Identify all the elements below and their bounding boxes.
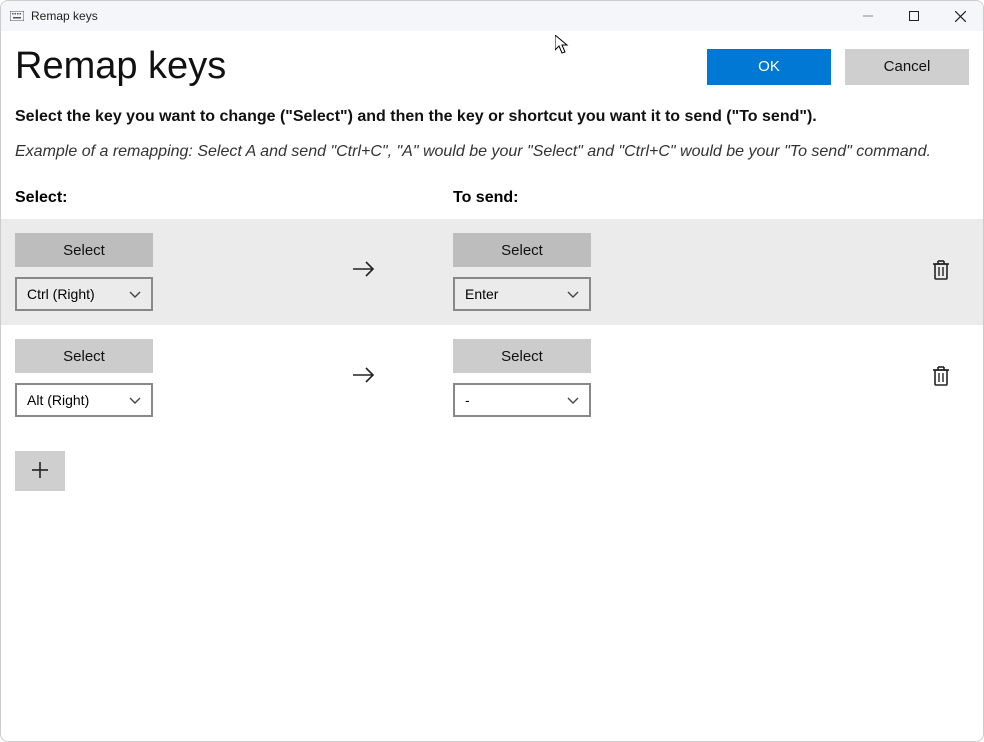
chevron-down-icon — [129, 392, 141, 408]
page-title: Remap keys — [15, 45, 693, 88]
trash-icon[interactable] — [931, 259, 951, 286]
arrow-column — [275, 258, 453, 286]
window-controls — [845, 1, 983, 31]
instructions: Select the key you want to change ("Sele… — [1, 108, 983, 163]
add-mapping-button[interactable] — [15, 451, 65, 491]
column-header-to-send: To send: — [453, 189, 969, 207]
chevron-down-icon — [129, 286, 141, 302]
target-key-value: Enter — [465, 286, 498, 302]
arrow-right-icon — [351, 258, 377, 286]
source-key-dropdown[interactable]: Alt (Right) — [15, 383, 153, 417]
delete-column — [713, 365, 969, 392]
target-key-dropdown[interactable]: Enter — [453, 277, 591, 311]
keyboard-icon — [9, 8, 25, 24]
chevron-down-icon — [567, 286, 579, 302]
source-column: Select Ctrl (Right) — [15, 233, 275, 311]
select-source-key-button[interactable]: Select — [15, 339, 153, 373]
column-header-select: Select: — [15, 189, 453, 207]
source-key-value: Ctrl (Right) — [27, 286, 95, 302]
mapping-row: Select Ctrl (Right) Select Enter — [1, 219, 983, 325]
plus-icon — [30, 460, 50, 483]
select-target-key-button[interactable]: Select — [453, 233, 591, 267]
select-target-key-button[interactable]: Select — [453, 339, 591, 373]
cancel-button[interactable]: Cancel — [845, 49, 969, 85]
target-column: Select Enter — [453, 233, 713, 311]
target-key-value: - — [465, 392, 470, 408]
target-column: Select - — [453, 339, 713, 417]
column-headers: Select: To send: — [1, 189, 983, 219]
maximize-button[interactable] — [891, 1, 937, 31]
arrow-right-icon — [351, 364, 377, 392]
source-column: Select Alt (Right) — [15, 339, 275, 417]
mapping-row: Select Alt (Right) Select - — [1, 325, 983, 431]
instructions-main: Select the key you want to change ("Sele… — [15, 108, 969, 126]
select-source-key-button[interactable]: Select — [15, 233, 153, 267]
source-key-value: Alt (Right) — [27, 392, 89, 408]
trash-icon[interactable] — [931, 365, 951, 392]
minimize-button[interactable] — [845, 1, 891, 31]
source-key-dropdown[interactable]: Ctrl (Right) — [15, 277, 153, 311]
arrow-column — [275, 364, 453, 392]
delete-column — [713, 259, 969, 286]
ok-button[interactable]: OK — [707, 49, 831, 85]
window-title: Remap keys — [31, 9, 98, 23]
target-key-dropdown[interactable]: - — [453, 383, 591, 417]
header-row: Remap keys OK Cancel — [1, 31, 983, 108]
close-button[interactable] — [937, 1, 983, 31]
instructions-example: Example of a remapping: Select A and sen… — [15, 140, 969, 163]
chevron-down-icon — [567, 392, 579, 408]
titlebar: Remap keys — [1, 1, 983, 31]
